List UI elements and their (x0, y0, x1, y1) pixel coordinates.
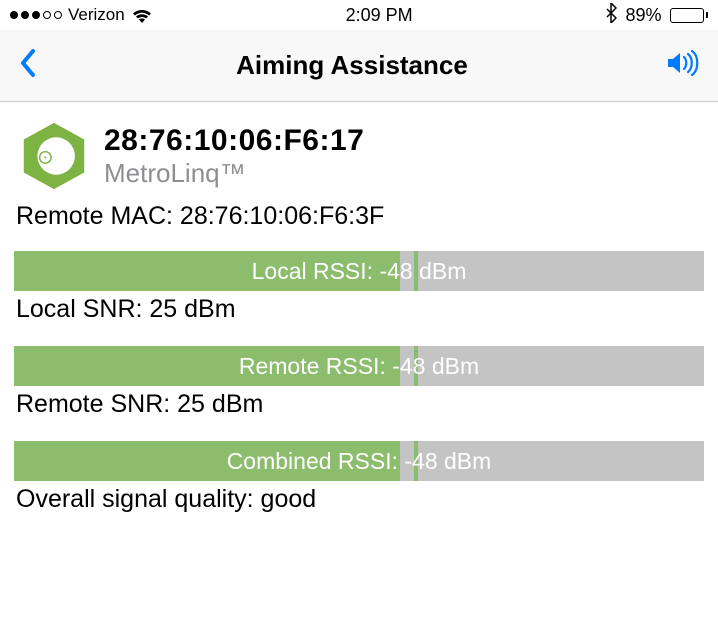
remote-rssi-bar: Remote RSSI: -48 dBm (14, 346, 704, 386)
combined-rssi-label: Combined RSSI: -48 dBm (14, 441, 704, 481)
status-right: 89% (605, 3, 708, 28)
nav-bar: Aiming Assistance (0, 30, 718, 102)
status-left: Verizon (10, 5, 153, 25)
carrier-text: Verizon (68, 5, 125, 25)
device-brand: MetroLinq™ (104, 158, 364, 189)
remote-mac-label: Remote MAC: 28:76:10:06:F6:3F (14, 198, 704, 247)
wifi-icon (131, 7, 153, 23)
local-rssi-bar: Local RSSI: -48 dBm (14, 251, 704, 291)
status-bar: Verizon 2:09 PM 89% (0, 0, 718, 30)
content: 28:76:10:06:F6:17 MetroLinq™ Remote MAC:… (0, 102, 718, 532)
device-hex-icon (18, 120, 90, 192)
combined-rssi-bar: Combined RSSI: -48 dBm (14, 441, 704, 481)
status-time: 2:09 PM (346, 5, 413, 26)
page-title: Aiming Assistance (38, 50, 666, 81)
overall-quality-label: Overall signal quality: good (14, 481, 704, 532)
back-button[interactable] (18, 47, 38, 84)
local-rssi-label: Local RSSI: -48 dBm (14, 251, 704, 291)
device-mac: 28:76:10:06:F6:17 (104, 124, 364, 158)
signal-dots (10, 11, 62, 19)
local-snr-label: Local SNR: 25 dBm (14, 291, 704, 342)
battery-icon (670, 8, 709, 23)
bluetooth-icon (605, 3, 617, 28)
device-header: 28:76:10:06:F6:17 MetroLinq™ (14, 120, 704, 198)
remote-rssi-label: Remote RSSI: -48 dBm (14, 346, 704, 386)
speaker-button[interactable] (666, 50, 700, 81)
battery-pct: 89% (625, 5, 661, 26)
remote-snr-label: Remote SNR: 25 dBm (14, 386, 704, 437)
